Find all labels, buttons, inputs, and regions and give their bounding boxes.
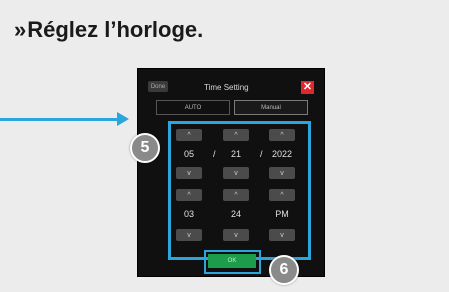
step-6-badge: 6 <box>269 255 299 285</box>
year-down-button[interactable]: v <box>269 167 295 179</box>
instruction-text: Réglez l’horloge. <box>27 17 204 42</box>
month-down-button[interactable]: v <box>176 167 202 179</box>
mode-manual-button[interactable]: Manual <box>234 100 308 115</box>
month-up-button[interactable]: ^ <box>176 129 202 141</box>
day-down-button[interactable]: v <box>223 167 249 179</box>
pointer-arrow-line <box>0 118 118 121</box>
minute-down-button[interactable]: v <box>223 229 249 241</box>
ampm-value: PM <box>275 209 289 219</box>
date-separator: / <box>260 149 263 159</box>
instruction-panel: » Réglez l’horloge. Done Time Setting ✕ … <box>0 0 449 292</box>
hour-down-button[interactable]: v <box>176 229 202 241</box>
year-up-button[interactable]: ^ <box>269 129 295 141</box>
ampm-up-button[interactable]: ^ <box>269 189 295 201</box>
day-value: 21 <box>230 149 241 159</box>
time-setting-screen: Done Time Setting ✕ AUTO Manual ^ ^ ^ 05… <box>137 68 325 277</box>
pointer-arrow-icon <box>117 112 129 126</box>
hour-up-button[interactable]: ^ <box>176 189 202 201</box>
day-up-button[interactable]: ^ <box>223 129 249 141</box>
hour-value: 03 <box>183 209 194 219</box>
step-5-badge: 5 <box>130 133 160 163</box>
ampm-down-button[interactable]: v <box>269 229 295 241</box>
minute-value: 24 <box>230 209 241 219</box>
mode-auto-button[interactable]: AUTO <box>156 100 230 115</box>
close-icon[interactable]: ✕ <box>301 81 314 94</box>
chevron-icon: » <box>14 17 26 42</box>
dialog-title: Time Setting <box>204 83 249 92</box>
date-separator: / <box>213 149 216 159</box>
ok-button[interactable]: OK <box>208 254 256 268</box>
month-value: 05 <box>183 149 194 159</box>
year-value: 2022 <box>271 149 293 159</box>
done-button[interactable]: Done <box>148 81 168 92</box>
instruction-heading: » Réglez l’horloge. <box>14 17 203 43</box>
minute-up-button[interactable]: ^ <box>223 189 249 201</box>
